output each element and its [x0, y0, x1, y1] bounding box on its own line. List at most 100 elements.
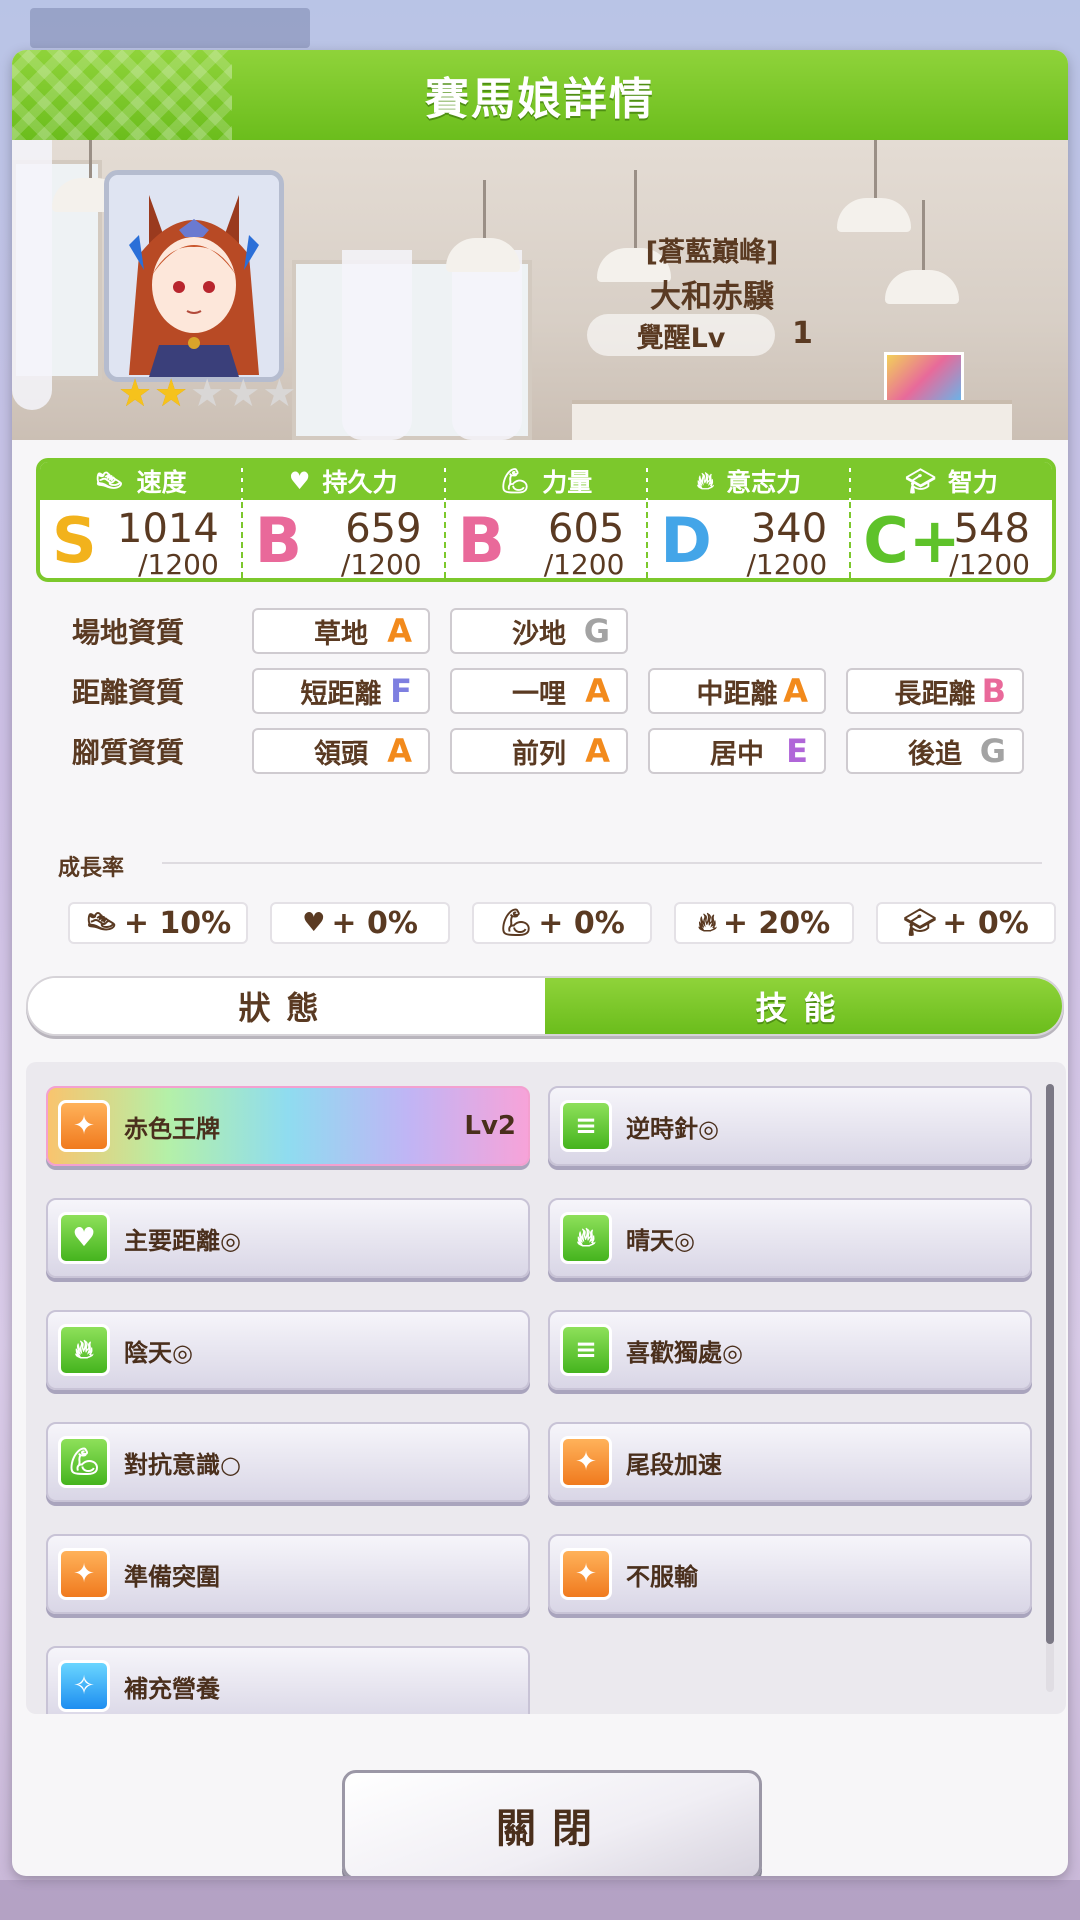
- stat-header: 💪︎ 力量: [445, 462, 647, 500]
- running-figure-icon: ✦: [58, 1548, 110, 1600]
- growth-chip-guts: 🔥︎ + 20%: [674, 902, 854, 944]
- skill-item[interactable]: ≡ 喜歡獨處◎: [548, 1310, 1032, 1390]
- character-detail-dialog: 賽馬娘詳情 ★ ★ ★ ★ ★ [蒼藍巔峰] 大和赤驥 覺醒Lv 1 👟︎ 速度…: [12, 50, 1068, 1876]
- skill-name: 尾段加速: [626, 1450, 722, 1479]
- flame-icon: 🔥︎: [696, 467, 715, 495]
- scrollbar[interactable]: [1046, 1084, 1054, 1692]
- aptitude-name: 居中: [710, 738, 764, 770]
- aptitude-name: 長距離: [894, 678, 976, 710]
- shoe-icon: 👟︎: [84, 908, 118, 938]
- character-title: [蒼藍巔峰]: [645, 237, 779, 268]
- skill-item[interactable]: ✦ 尾段加速: [548, 1422, 1032, 1502]
- character-info: [蒼藍巔峰] 大和赤驥: [557, 230, 867, 316]
- skill-item[interactable]: 🔥︎ 晴天◎: [548, 1198, 1032, 1278]
- skill-item[interactable]: ✦ 準備突圍: [46, 1534, 530, 1614]
- skill-item[interactable]: ✦ 赤色王牌 Lv2: [46, 1086, 530, 1166]
- stat-grade: B: [254, 504, 303, 577]
- star-empty-icon: ★: [226, 371, 261, 415]
- muscle-icon: 💪︎: [499, 467, 531, 495]
- skill-name: 主要距離◎: [124, 1226, 241, 1255]
- skill-item[interactable]: 💪︎ 對抗意識○: [46, 1422, 530, 1502]
- stat-stamina: ♥ 持久力 B 659 /1200: [242, 462, 446, 581]
- growth-value: + 20%: [722, 905, 831, 941]
- aptitude-row-distance: 距離資質 短距離 F 一哩 A 中距離 A 長距離 B: [72, 668, 1044, 714]
- stat-max: /1200: [949, 548, 1030, 581]
- aptitude-chip: 中距離 A: [648, 668, 826, 714]
- flame-icon: 🔥︎: [560, 1212, 612, 1264]
- close-button[interactable]: 關閉: [342, 1770, 762, 1876]
- awakening-label: 覺醒Lv: [587, 314, 775, 356]
- skill-track-icon: ≡: [560, 1100, 612, 1152]
- aptitude-name: 中距離: [696, 678, 778, 710]
- dialog-title: 賽馬娘詳情: [425, 74, 655, 125]
- aptitude-grade: G: [979, 732, 1006, 770]
- divider: [162, 862, 1042, 864]
- skill-item[interactable]: ≡ 逆時針◎: [548, 1086, 1032, 1166]
- star-empty-icon: ★: [262, 371, 297, 415]
- aptitude-grade: A: [387, 732, 412, 770]
- skill-level: Lv2: [464, 1111, 516, 1141]
- stat-header: 🔥︎ 意志力: [648, 462, 850, 500]
- aptitude-chip: 後追 G: [846, 728, 1024, 774]
- curtain: [452, 250, 522, 440]
- skill-name: 對抗意識○: [124, 1450, 241, 1479]
- stat-label: 力量: [542, 468, 593, 497]
- scrollbar-thumb[interactable]: [1046, 1084, 1054, 1644]
- flame-icon: 🔥︎: [58, 1324, 110, 1376]
- aptitude-row-style: 腳質資質 領頭 A 前列 A 居中 E 後追 G: [72, 728, 1044, 774]
- background-banner: [30, 8, 310, 48]
- aptitude-chip: 一哩 A: [450, 668, 628, 714]
- aptitude-chip: 領頭 A: [252, 728, 430, 774]
- stat-max: /1200: [340, 548, 422, 581]
- aptitude-grade: E: [786, 732, 808, 770]
- star-empty-icon: ★: [190, 371, 225, 415]
- character-portrait[interactable]: [104, 170, 284, 382]
- skill-item[interactable]: ✧ 補充營養: [46, 1646, 530, 1714]
- stat-grade: D: [660, 504, 712, 577]
- aptitude-name: 後追: [908, 738, 962, 770]
- stat-label: 智力: [947, 468, 998, 497]
- aptitude-chip: 前列 A: [450, 728, 628, 774]
- awakening-level: 1: [792, 316, 813, 351]
- tab-status[interactable]: 狀態: [28, 978, 545, 1034]
- rarity-stars: ★ ★ ★ ★ ★: [118, 374, 296, 412]
- stat-label: 速度: [136, 468, 187, 497]
- skill-item[interactable]: 🔥︎ 陰天◎: [46, 1310, 530, 1390]
- stat-header: 🎓︎ 智力: [851, 462, 1052, 500]
- graduation-cap-icon: 🎓︎: [903, 908, 937, 938]
- skill-name: 逆時針◎: [626, 1114, 719, 1143]
- growth-rate-row: 👟︎ + 10% ♥ + 0% 💪︎ + 0% 🔥︎ + 20% 🎓︎ + 0%: [68, 902, 1056, 944]
- aptitude-row-track: 場地資質 草地 A 沙地 G: [72, 608, 648, 654]
- stat-value: 340: [750, 506, 828, 552]
- heart-icon: ♥: [288, 467, 311, 495]
- stat-max: /1200: [746, 548, 828, 581]
- stat-header: ♥ 持久力: [242, 462, 444, 500]
- stat-speed: 👟︎ 速度 S 1014 /1200: [40, 462, 243, 578]
- graduation-cap-icon: 🎓︎: [905, 467, 936, 495]
- aptitude-chip: 短距離 F: [252, 668, 430, 714]
- aptitude-label: 場地資質: [72, 616, 185, 649]
- skills-list: ✦ 赤色王牌 Lv2 ≡ 逆時針◎ ♥ 主要距離◎ 🔥︎ 晴天◎ 🔥︎ 陰天◎ …: [26, 1062, 1066, 1714]
- stat-grade: B: [457, 504, 505, 577]
- growth-value: + 0%: [538, 905, 625, 941]
- aptitude-label: 腳質資質: [72, 736, 185, 769]
- running-figure-icon: ✦: [560, 1436, 612, 1488]
- stat-max: /1200: [138, 548, 219, 581]
- aptitude-chip: 長距離 B: [846, 668, 1024, 714]
- curtain: [12, 140, 52, 410]
- character-name: 大和赤驥: [650, 279, 774, 315]
- tab-skills[interactable]: 技能: [545, 978, 1062, 1034]
- aptitude-grade: A: [387, 612, 412, 650]
- ceiling-lamp: [885, 270, 959, 304]
- growth-chip-power: 💪︎ + 0%: [472, 902, 652, 944]
- skill-item[interactable]: ♥ 主要距離◎: [46, 1198, 530, 1278]
- stat-value: 548: [953, 506, 1030, 552]
- skill-name: 陰天◎: [124, 1338, 193, 1367]
- stat-label: 意志力: [726, 468, 802, 497]
- skill-name: 晴天◎: [626, 1226, 695, 1255]
- skill-name: 不服輸: [626, 1562, 698, 1591]
- aptitude-name: 沙地: [512, 618, 566, 650]
- aptitude-chip: 草地 A: [252, 608, 430, 654]
- skill-item[interactable]: ✦ 不服輸: [548, 1534, 1032, 1614]
- running-figure-icon: ✦: [560, 1548, 612, 1600]
